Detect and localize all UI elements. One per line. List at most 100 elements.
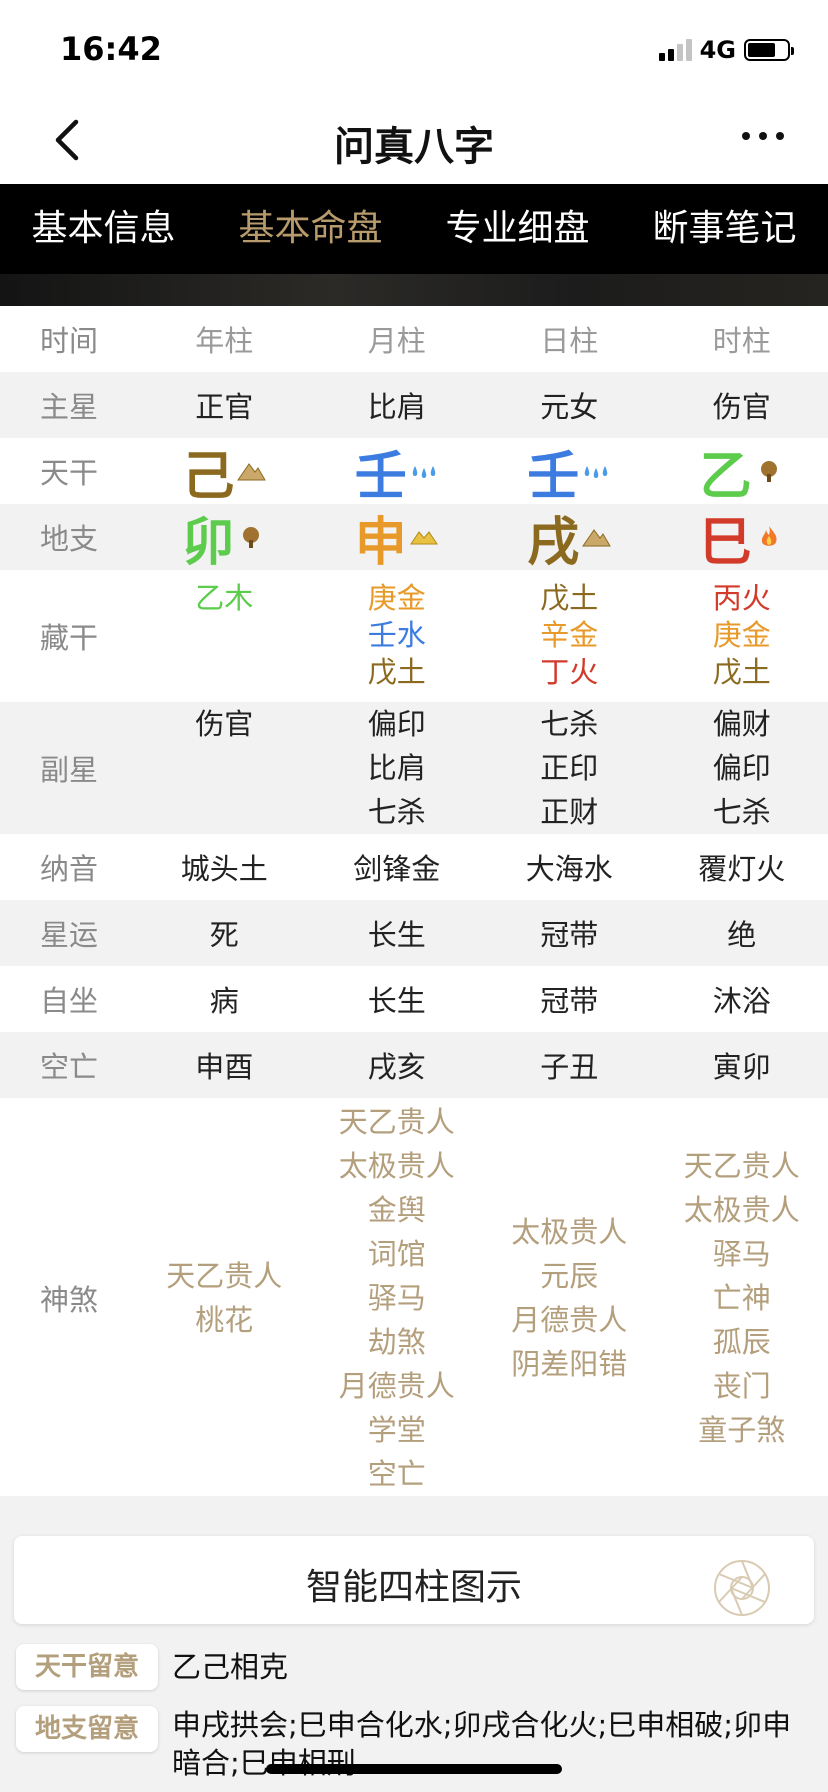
- row-hidden-stems: 藏干 乙木 庚金 壬水 戊土 戊土 辛金 丁火 丙火 庚金 戊土: [0, 570, 828, 702]
- branch-char: 戌: [527, 512, 580, 573]
- stem-char: 壬: [354, 446, 407, 507]
- smart-chart-label: 智能四柱图示: [305, 1567, 522, 1608]
- secondary-stars-cell: 七杀 正印 正财: [483, 702, 656, 834]
- decorative-banner: [0, 274, 828, 306]
- tab-notes[interactable]: 断事笔记: [621, 184, 828, 274]
- self-seat-cell: 沐浴: [712, 984, 771, 1018]
- branch-char: 巳: [699, 512, 752, 573]
- main-star-cell: 正官: [195, 390, 254, 424]
- self-seat-cell: 长生: [367, 984, 426, 1018]
- col-header-hour: 时柱: [712, 324, 771, 358]
- row-label: 地支: [39, 522, 98, 556]
- gold-ingot-icon: [409, 531, 438, 545]
- shensha-item[interactable]: 太极贵人: [339, 1144, 455, 1188]
- shensha-item[interactable]: 亡神: [713, 1276, 771, 1320]
- heavenly-stem-note: 天干留意 乙己相克: [16, 1644, 812, 1690]
- row-self-seat: 自坐 病 长生 冠带 沐浴: [0, 966, 828, 1032]
- row-star-fortune: 星运 死 长生 冠带 绝: [0, 900, 828, 966]
- shensha-item[interactable]: 太极贵人: [684, 1188, 800, 1232]
- shensha-item[interactable]: 月德贵人: [339, 1364, 455, 1408]
- void-cell: 申酉: [195, 1050, 254, 1084]
- stem-char: 乙: [699, 446, 752, 507]
- row-main-star: 主星 正官 比肩 元女 伤官: [0, 372, 828, 438]
- shensha-item[interactable]: 劫煞: [368, 1320, 426, 1364]
- shensha-item[interactable]: 元辰: [540, 1254, 598, 1298]
- tab-basic-chart[interactable]: 基本命盘: [207, 184, 414, 274]
- nayin-cell: 城头土: [180, 852, 268, 886]
- shensha-item[interactable]: 词馆: [368, 1232, 426, 1276]
- shensha-cell: 太极贵人 元辰 月德贵人 阴差阳错: [483, 1098, 656, 1498]
- row-label: 空亡: [39, 1050, 98, 1084]
- smart-chart-button[interactable]: 智能四柱图示: [14, 1536, 814, 1624]
- analysis-section: 智能四柱图示 天干留意 乙己相克 地支留意 申戌拱会;巳申合化水;卯戌合化火;巳…: [0, 1496, 828, 1792]
- shensha-cell: 天乙贵人 太极贵人 金舆 词馆 驿马 劫煞 月德贵人 学堂 空亡: [311, 1098, 484, 1498]
- nayin-cell: 剑锋金: [353, 852, 441, 886]
- shensha-item[interactable]: 天乙贵人: [684, 1144, 800, 1188]
- page-title: 问真八字: [334, 124, 494, 170]
- row-label: 星运: [39, 918, 98, 952]
- tree-icon: [243, 527, 260, 548]
- col-header-month: 月柱: [367, 324, 426, 358]
- branch-cell[interactable]: 申: [311, 504, 484, 573]
- secondary-star: 七杀: [367, 795, 426, 829]
- branch-cell[interactable]: 巳: [656, 504, 828, 573]
- bazi-chart-screen: 16:42 4G 问真八字 基本信息 基本命盘 专业细盘 断事笔记 时间 年柱 …: [0, 0, 828, 1792]
- self-seat-cell: 冠带: [540, 984, 599, 1018]
- star-fortune-cell: 绝: [727, 918, 757, 952]
- stem-cell[interactable]: 己: [138, 438, 311, 507]
- stem-cell[interactable]: 壬: [483, 438, 656, 507]
- shensha-item[interactable]: 丧门: [713, 1364, 771, 1408]
- hidden-stem: 辛金: [540, 618, 599, 652]
- nayin-cell: 大海水: [525, 852, 613, 886]
- branch-cell[interactable]: 戌: [483, 504, 656, 573]
- branch-cell[interactable]: 卯: [138, 504, 311, 573]
- home-indicator: [266, 1764, 562, 1774]
- branch-char: 卯: [182, 512, 235, 573]
- row-label: 纳音: [39, 852, 98, 886]
- shensha-item[interactable]: 金舆: [368, 1188, 426, 1232]
- self-seat-cell: 病: [209, 984, 239, 1018]
- row-secondary-stars: 副星 伤官 偏印 比肩 七杀 七杀 正印 正财 偏财 偏印 七杀: [0, 702, 828, 834]
- secondary-star: 比肩: [367, 751, 426, 785]
- network-type: 4G: [699, 36, 736, 64]
- shensha-item[interactable]: 空亡: [368, 1452, 426, 1496]
- void-cell: 戌亥: [367, 1050, 426, 1084]
- row-label: 自坐: [39, 984, 98, 1018]
- shensha-item[interactable]: 天乙贵人: [339, 1100, 455, 1144]
- shensha-item[interactable]: 学堂: [368, 1408, 426, 1452]
- shensha-item[interactable]: 桃花: [195, 1298, 253, 1342]
- hidden-stem: 庚金: [367, 581, 426, 615]
- tab-basic-info[interactable]: 基本信息: [0, 184, 207, 274]
- shensha-item[interactable]: 童子煞: [698, 1408, 785, 1452]
- shensha-item[interactable]: 天乙贵人: [166, 1254, 282, 1298]
- hidden-stems-cell: 戊土 辛金 丁火: [483, 570, 656, 702]
- row-label: 藏干: [39, 621, 98, 655]
- water-drops-icon: [585, 466, 608, 478]
- shensha-item[interactable]: 驿马: [713, 1232, 771, 1276]
- stem-note-badge: 天干留意: [16, 1644, 158, 1690]
- row-label: 副星: [39, 753, 98, 787]
- bazi-grid: 时间 年柱 月柱 日柱 时柱 主星 正官 比肩 元女 伤官 天干 己 壬 壬 乙…: [0, 306, 828, 1498]
- stem-cell[interactable]: 壬: [311, 438, 484, 507]
- shensha-item[interactable]: 孤辰: [713, 1320, 771, 1364]
- hidden-stem: 庚金: [712, 618, 771, 652]
- row-nayin: 纳音 城头土 剑锋金 大海水 覆灯火: [0, 834, 828, 900]
- shensha-item[interactable]: 阴差阳错: [511, 1342, 627, 1386]
- hidden-stems-cell: 丙火 庚金 戊土: [656, 570, 828, 702]
- shensha-item[interactable]: 太极贵人: [511, 1210, 627, 1254]
- tab-pro-detail[interactable]: 专业细盘: [414, 184, 621, 274]
- shensha-item[interactable]: 驿马: [368, 1276, 426, 1320]
- hidden-stem: 壬水: [367, 618, 426, 652]
- secondary-star: 偏财: [712, 707, 771, 741]
- secondary-stars-cell: 伤官: [138, 702, 311, 834]
- stem-cell[interactable]: 乙: [656, 438, 828, 507]
- main-star-cell: 元女: [540, 390, 599, 424]
- shensha-item[interactable]: 月德贵人: [511, 1298, 627, 1342]
- mountain-icon: [582, 529, 612, 547]
- stem-char: 壬: [527, 446, 580, 507]
- secondary-star: 正印: [540, 751, 599, 785]
- more-options-icon[interactable]: [742, 132, 784, 140]
- main-star-cell: 伤官: [712, 390, 771, 424]
- secondary-star: 偏印: [367, 707, 426, 741]
- hidden-stem: 戊土: [540, 581, 599, 615]
